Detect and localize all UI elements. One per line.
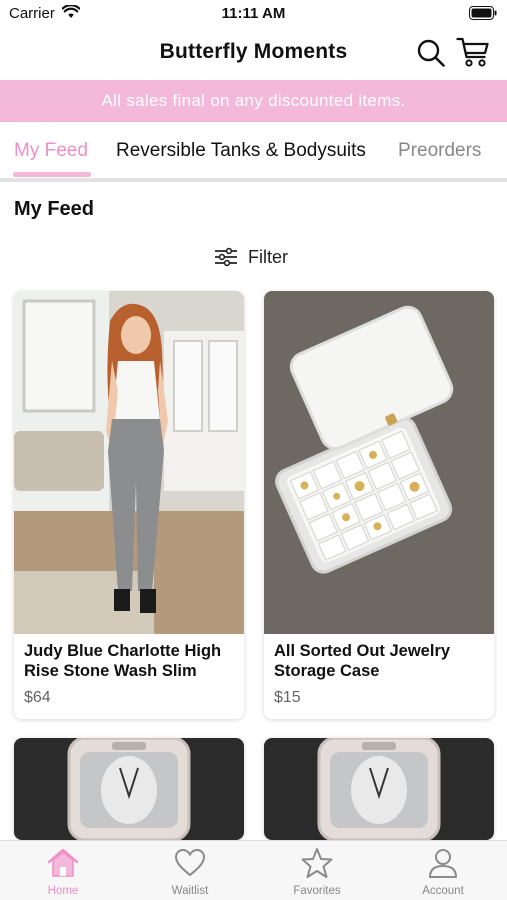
product-card[interactable] — [14, 738, 244, 840]
product-image — [264, 738, 494, 840]
promo-banner: All sales final on any discounted items. — [0, 80, 507, 122]
home-icon — [47, 848, 79, 877]
status-bar: Carrier 11:11 AM — [0, 0, 507, 30]
product-image — [264, 291, 494, 634]
search-button[interactable] — [416, 38, 446, 68]
nav-waitlist[interactable]: Waitlist — [140, 847, 240, 899]
product-card[interactable]: All Sorted Out Jewelry Storage Case $15 — [264, 291, 494, 719]
status-time: 11:11 AM — [221, 5, 286, 22]
category-tabs: My Feed Reversible Tanks & Bodysuits Pre… — [0, 122, 507, 180]
vanity-case-photo — [14, 738, 244, 840]
product-name: All Sorted Out Jewelry Storage Case — [274, 642, 451, 680]
nav-account[interactable]: Account — [393, 847, 493, 899]
section-title: My Feed — [14, 198, 95, 220]
nav-account-label: Account — [422, 885, 464, 897]
product-image — [14, 738, 244, 840]
nav-home-label: Home — [47, 885, 79, 897]
nav-favorites[interactable]: Favorites — [267, 847, 367, 899]
product-card[interactable] — [264, 738, 494, 840]
bottom-tab-bar: Home Waitlist Favorites Account — [0, 840, 507, 900]
product-card[interactable]: Judy Blue Charlotte High Rise Stone Wash… — [14, 291, 244, 719]
active-tab-indicator — [13, 172, 91, 177]
filter-label: Filter — [248, 246, 288, 267]
cart-icon — [456, 37, 489, 67]
nav-home[interactable]: Home — [13, 847, 113, 899]
product-price: $15 — [274, 689, 301, 706]
banner-text: All sales final on any discounted items. — [101, 91, 406, 110]
tab-my-feed[interactable]: My Feed — [14, 140, 88, 162]
vanity-case-photo — [264, 738, 494, 840]
product-image — [14, 291, 244, 634]
person-icon — [429, 849, 457, 878]
app-header: Butterfly Moments — [0, 30, 507, 78]
model-photo — [14, 291, 244, 634]
tab-preorders[interactable]: Preorders — [398, 140, 481, 162]
nav-favorites-label: Favorites — [293, 885, 341, 897]
tabs-divider — [0, 178, 507, 182]
heart-icon — [174, 848, 206, 877]
search-icon — [417, 39, 445, 67]
product-name: Judy Blue Charlotte High Rise Stone Wash… — [24, 642, 222, 680]
battery-icon — [469, 6, 497, 20]
star-icon — [301, 848, 333, 878]
nav-waitlist-label: Waitlist — [171, 885, 209, 897]
filter-sliders-icon — [215, 247, 237, 267]
cart-button[interactable] — [456, 36, 490, 68]
filter-button[interactable]: Filter — [214, 243, 288, 271]
tab-reversible-tanks-bodysuits[interactable]: Reversible Tanks & Bodysuits — [116, 140, 366, 162]
product-price: $64 — [24, 689, 51, 706]
jewelry-case-photo — [264, 291, 494, 634]
